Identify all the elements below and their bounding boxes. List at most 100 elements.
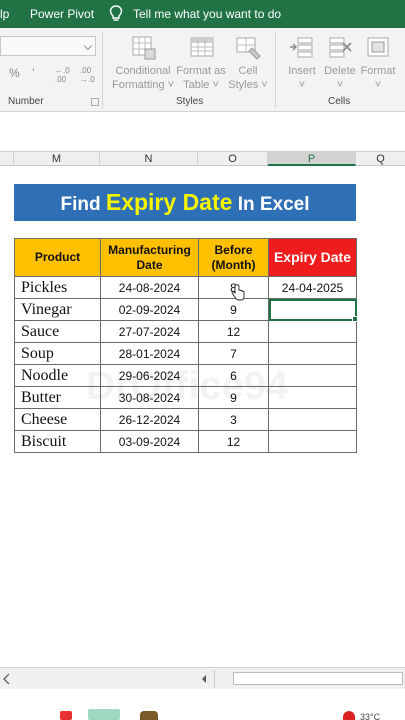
format-cells-icon	[367, 37, 389, 57]
table-row: Sauce 27-07-2024 12	[14, 320, 357, 343]
decrease-decimal-button[interactable]: .00 →.0	[80, 66, 98, 84]
tab-help[interactable]: lp	[0, 7, 9, 21]
cell-date[interactable]: 27-07-2024	[100, 320, 199, 343]
percent-style-button[interactable]: %	[9, 66, 20, 80]
btn-label-line: Conditional	[115, 65, 171, 77]
column-header-filler	[0, 152, 14, 166]
table-row: Biscuit 03-09-2024 12	[14, 430, 357, 453]
taskbar-app-icon[interactable]	[60, 711, 72, 720]
cell-expiry[interactable]	[268, 430, 357, 453]
table-row: Noodle 29-06-2024 6	[14, 364, 357, 387]
cell-date[interactable]: 02-09-2024	[100, 298, 199, 321]
number-format-dropdown[interactable]	[0, 36, 96, 56]
cell-months[interactable]: 12	[198, 320, 269, 343]
btn-label-line: Styles ˅	[228, 79, 268, 91]
btn-label-line: Cell	[238, 65, 258, 77]
group-label-number: Number	[8, 96, 44, 107]
format-as-table-icon	[190, 37, 214, 57]
format-as-table-button[interactable]: Format as Table ˅	[174, 64, 228, 92]
cell-expiry-active[interactable]	[268, 298, 357, 321]
cell-product[interactable]: Vinegar	[14, 298, 101, 321]
header-expiry-date[interactable]: Expiry Date	[268, 238, 357, 277]
banner-text-expiry-date: Expiry Date	[105, 189, 233, 215]
btn-label-line: Formatting ˅	[112, 79, 175, 91]
taskbar-app-icon[interactable]	[140, 711, 158, 720]
cell-expiry[interactable]	[268, 408, 357, 431]
excel-window: lp Power Pivot Tell me what you want to …	[0, 0, 405, 720]
horizontal-scrollbar[interactable]	[233, 672, 403, 685]
cell-months[interactable]: 3	[198, 408, 269, 431]
delete-cells-icon	[329, 37, 352, 58]
formula-bar-area	[0, 113, 405, 151]
cell-product[interactable]: Soup	[14, 342, 101, 365]
cell-date[interactable]: 26-12-2024	[100, 408, 199, 431]
notification-icon[interactable]	[343, 711, 355, 720]
hand-cursor-icon	[231, 284, 245, 301]
cell-expiry[interactable]	[268, 386, 357, 409]
header-line: (Month)	[211, 257, 256, 272]
btn-label-line: Format as	[176, 65, 226, 77]
taskbar-app-icon[interactable]	[88, 709, 120, 720]
column-header-o[interactable]: O	[198, 152, 268, 166]
cell-date[interactable]: 29-06-2024	[100, 364, 199, 387]
cell-styles-icon	[236, 37, 261, 60]
fill-handle[interactable]	[352, 316, 358, 322]
header-manufacturing-date[interactable]: Manufacturing Date	[100, 238, 199, 277]
header-line: Date	[136, 257, 163, 272]
cell-date[interactable]: 03-09-2024	[100, 430, 199, 453]
conditional-formatting-button[interactable]: Conditional Formatting ˅	[112, 64, 174, 92]
cell-product[interactable]: Noodle	[14, 364, 101, 387]
weather-temperature: 33°C	[360, 712, 381, 720]
table-row: Butter 30-08-2024 9	[14, 386, 357, 409]
format-button[interactable]: Format ˅	[357, 64, 399, 92]
cell-product[interactable]: Biscuit	[14, 430, 101, 453]
group-divider	[275, 32, 276, 108]
divider	[214, 670, 215, 688]
column-headers: M N O P Q	[0, 151, 405, 166]
cell-product[interactable]: Pickles	[14, 276, 101, 299]
btn-label-line: Table ˅	[183, 79, 219, 91]
cell-date[interactable]: 24-08-2024	[100, 276, 199, 299]
btn-label-line: ˅	[374, 79, 382, 91]
comma-style-button[interactable]: ’	[32, 66, 35, 80]
cell-expiry[interactable]: 24-04-2025	[268, 276, 357, 299]
chevron-left-icon[interactable]	[2, 673, 12, 685]
cell-months[interactable]: 9	[198, 386, 269, 409]
header-before-month[interactable]: Before (Month)	[198, 238, 269, 277]
column-header-n[interactable]: N	[100, 152, 198, 166]
cell-months[interactable]: 12	[198, 430, 269, 453]
group-label-styles: Styles	[176, 96, 204, 107]
banner-text-find: Find	[60, 194, 106, 215]
btn-label-line: Format	[360, 65, 396, 77]
table-row: Pickles 24-08-2024 8 24-04-2025	[14, 276, 357, 299]
btn-label-line: Insert	[288, 65, 316, 77]
cell-expiry[interactable]	[268, 320, 357, 343]
btn-label-line: Delete	[324, 65, 356, 77]
column-header-m[interactable]: M	[14, 152, 100, 166]
cell-product[interactable]: Sauce	[14, 320, 101, 343]
cell-expiry[interactable]	[268, 342, 357, 365]
header-product[interactable]: Product	[14, 238, 101, 277]
increase-decimal-button[interactable]: ←.0 .00	[55, 66, 73, 84]
column-header-p[interactable]: P	[268, 152, 356, 166]
cell-months[interactable]: 6	[198, 364, 269, 387]
banner-text-in-excel: In Excel	[232, 194, 310, 215]
column-header-q[interactable]: Q	[356, 152, 405, 166]
cell-date[interactable]: 30-08-2024	[100, 386, 199, 409]
cell-product[interactable]: Butter	[14, 386, 101, 409]
cell-product[interactable]: Cheese	[14, 408, 101, 431]
insert-cells-icon	[290, 37, 313, 58]
scroll-left-icon[interactable]	[199, 673, 209, 685]
cell-date[interactable]: 28-01-2024	[100, 342, 199, 365]
tell-me-search[interactable]: Tell me what you want to do	[133, 7, 281, 21]
table-row: Vinegar 02-09-2024 9	[14, 298, 357, 321]
cell-styles-button[interactable]: Cell Styles ˅	[226, 64, 270, 92]
dialog-launcher-icon[interactable]	[91, 98, 99, 106]
tab-power-pivot[interactable]: Power Pivot	[30, 7, 94, 21]
worksheet-grid[interactable]: Find Expiry Date In Excel DrOffice94 Pro…	[0, 167, 405, 667]
delete-button[interactable]: Delete ˅	[320, 64, 360, 92]
cell-expiry[interactable]	[268, 364, 357, 387]
insert-button[interactable]: Insert ˅	[282, 64, 322, 92]
expiry-table: Product Manufacturing Date Before (Month…	[14, 238, 357, 453]
cell-months[interactable]: 7	[198, 342, 269, 365]
